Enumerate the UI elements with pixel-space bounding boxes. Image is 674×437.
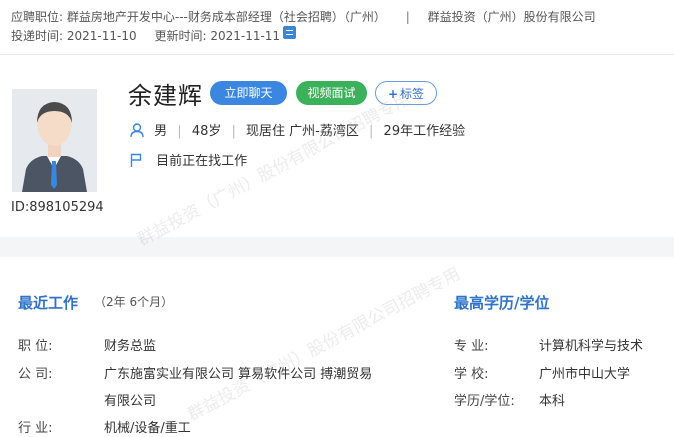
recent-work-title: 最近工作: [18, 294, 79, 312]
applied-position: 群益房地产开发中心---财务成本部经理（社会招聘）（广州）: [66, 10, 386, 24]
job-status: 目前正在找工作: [130, 150, 247, 172]
major-value: 计算机科学与技术: [539, 339, 644, 354]
work-experience: 29年工作经验: [383, 124, 466, 139]
degree-label: 学历/学位:: [454, 394, 515, 409]
candidate-id: ID:898105294: [11, 200, 104, 215]
company-label: 公 司:: [18, 367, 53, 382]
avatar: [12, 89, 97, 192]
video-interview-button[interactable]: 视频面试: [296, 81, 367, 105]
header-separator: |: [405, 10, 410, 24]
person-icon: [130, 123, 144, 142]
watermark: 群益投资（广州）股份有限公司招聘专用: [184, 264, 464, 426]
candidate-basic-info: 男 | 48岁 | 现居住 广州-荔湾区 | 29年工作经验: [130, 120, 465, 142]
flag-icon: [130, 153, 142, 172]
major-label: 专 业:: [454, 339, 489, 354]
school-label: 学 校:: [454, 367, 489, 382]
section-divider: [0, 237, 674, 257]
education-title: 最高学历/学位: [454, 294, 550, 312]
school-value: 广州市中山大学: [539, 367, 631, 382]
chat-now-button[interactable]: 立即聊天: [210, 81, 287, 105]
gender: 男: [154, 124, 168, 139]
company-value-continued: 有限公司: [104, 394, 157, 409]
position-label: 职 位:: [18, 339, 53, 354]
date-info-line: 投递时间: 2021-11-10 更新时间: 2021-11-11: [11, 27, 280, 44]
degree-value: 本科: [539, 394, 566, 409]
position-value: 财务总监: [104, 339, 157, 354]
applied-position-label: 应聘职位:: [11, 10, 64, 24]
candidate-name: 余建辉: [128, 82, 203, 110]
updated-label: 更新时间:: [154, 29, 207, 43]
company-value: 广东施富实业有限公司 算易软件公司 搏潮贸易: [104, 367, 373, 382]
job-status-text: 目前正在找工作: [156, 154, 248, 169]
age: 48岁: [191, 124, 222, 139]
application-header: 应聘职位: 群益房地产开发中心---财务成本部经理（社会招聘）（广州） | 群益…: [0, 0, 674, 55]
recent-work-duration: （2年 6个月）: [94, 295, 174, 309]
submitted-label: 投递时间:: [11, 29, 64, 43]
updated-date: 2021-11-11: [210, 29, 281, 43]
add-tag-button[interactable]: + 标签: [375, 81, 437, 105]
refresh-icon[interactable]: [283, 26, 296, 39]
plus-icon: +: [387, 87, 399, 101]
add-tag-label: 标签: [400, 87, 425, 101]
submitted-date: 2021-11-10: [66, 29, 137, 43]
industry-label: 行 业:: [18, 421, 53, 436]
company-name: 群益投资（广州）股份有限公司: [427, 10, 596, 24]
application-info-line: 应聘职位: 群益房地产开发中心---财务成本部经理（社会招聘）（广州） | 群益…: [11, 8, 596, 25]
industry-value: 机械/设备/重工: [104, 421, 191, 436]
residence: 现居住 广州-荔湾区: [246, 124, 359, 139]
